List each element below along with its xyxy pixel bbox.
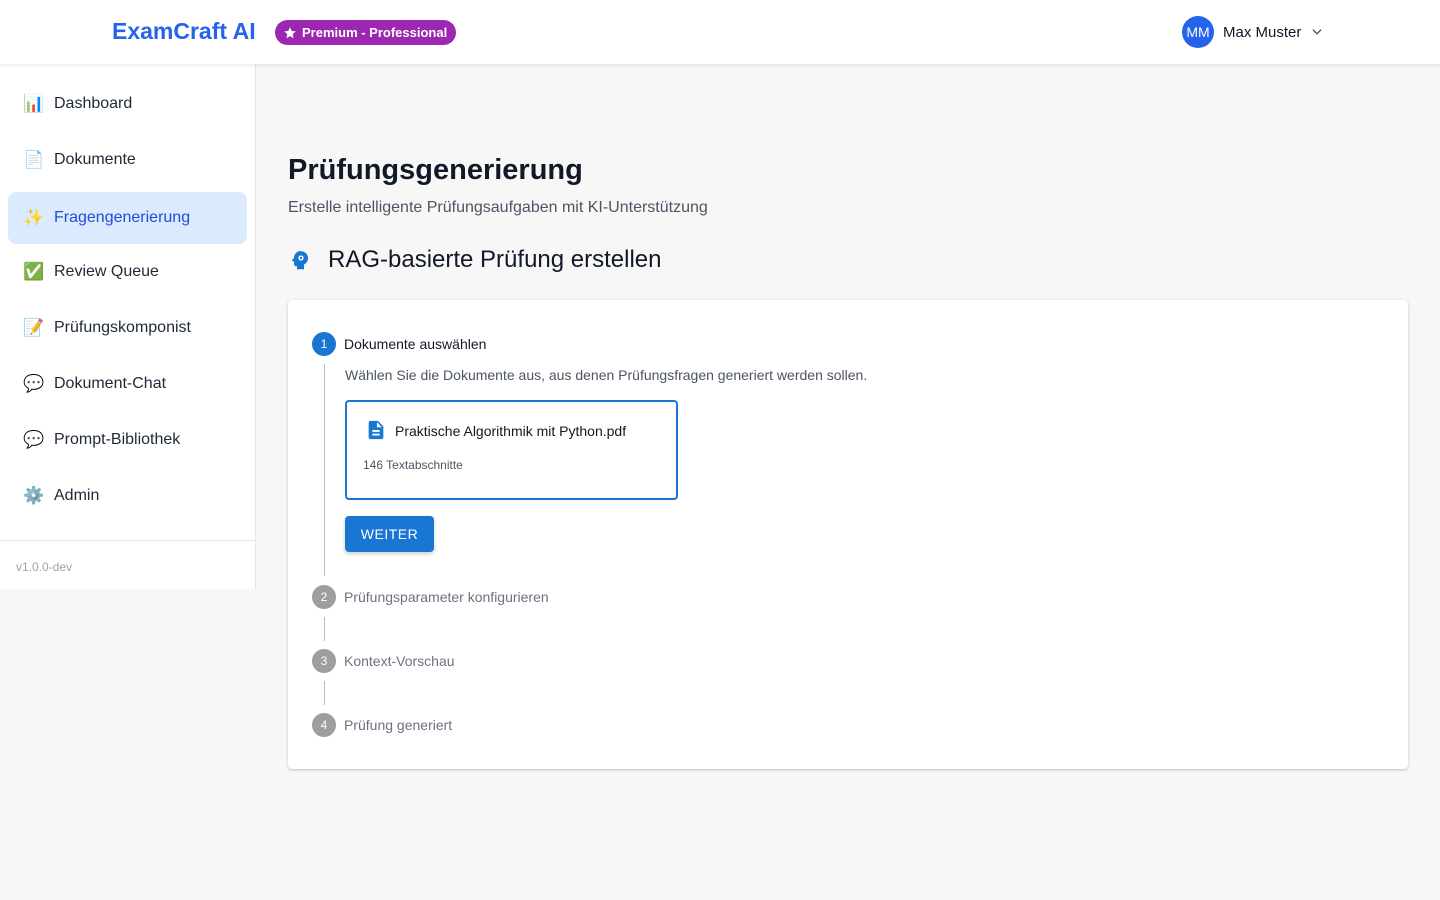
sidebar-divider [0, 540, 255, 541]
file-icon [368, 420, 384, 440]
step-4-label[interactable]: Prüfung generiert [344, 717, 452, 733]
page-subtitle: Erstelle intelligente Prüfungsaufgaben m… [288, 199, 708, 216]
page-title: Prüfungsgenerierung [288, 154, 583, 186]
document-card[interactable]: Praktische Algorithmik mit Python.pdf 14… [345, 400, 678, 500]
sidebar-item-label: Review Queue [54, 263, 159, 280]
sidebar-item-label: Prüfungskomponist [54, 319, 191, 336]
user-menu[interactable]: MM Max Muster [1182, 16, 1324, 48]
sidebar-item-label: Dokumente [54, 151, 136, 168]
document-name: Praktische Algorithmik mit Python.pdf [395, 423, 627, 439]
plan-badge: Premium - Professional [275, 20, 457, 45]
step-description: Wählen Sie die Dokumente aus, aus denen … [345, 367, 868, 383]
section-title: RAG-basierte Prüfung erstellen [328, 246, 662, 273]
stepper-card: 1 Dokumente auswählen Wählen Sie die Dok… [288, 300, 1408, 769]
user-name[interactable]: Max Muster [1223, 24, 1301, 41]
step-connector [324, 617, 325, 641]
app-header: ExamCraft AI Premium - Professional MM M… [0, 0, 1440, 64]
step-4-number: 4 [312, 713, 336, 737]
plan-badge-label: Premium - Professional [302, 25, 448, 40]
document-chunk-count: 146 Textabschnitte [363, 458, 463, 472]
speech-bubble-icon: 💬 [23, 430, 45, 449]
step-2-number: 2 [312, 585, 336, 609]
avatar[interactable]: MM [1182, 16, 1214, 48]
next-button[interactable]: WEITER [345, 516, 434, 552]
brand-logo-text[interactable]: ExamCraft AI [112, 18, 256, 45]
speech-bubble-icon: 💬 [23, 374, 45, 393]
sidebar-item-label: Prompt-Bibliothek [54, 431, 181, 448]
step-connector [324, 681, 325, 705]
step-2-label[interactable]: Prüfungsparameter konfigurieren [344, 589, 549, 605]
step-connector [324, 364, 325, 576]
sidebar-item-dokument-chat[interactable]: 💬 Dokument-Chat [8, 358, 247, 410]
sidebar-item-dokumente[interactable]: 📄 Dokumente [8, 134, 247, 186]
bar-chart-icon: 📊 [23, 94, 45, 113]
sidebar-item-label: Fragengenerierung [54, 209, 191, 226]
sidebar-item-admin[interactable]: ⚙️ Admin [8, 470, 247, 522]
chevron-down-icon[interactable] [1310, 25, 1324, 39]
sidebar-item-pruefungskomponist[interactable]: 📝 Prüfungskomponist [8, 302, 247, 354]
sidebar-item-fragengenerierung[interactable]: ✨ Fragengenerierung [8, 192, 247, 244]
sidebar: 📊 Dashboard 📄 Dokumente ✨ Fragengenerier… [0, 64, 256, 589]
section-header: RAG-basierte Prüfung erstellen [288, 245, 662, 275]
sidebar-item-dashboard[interactable]: 📊 Dashboard [8, 78, 247, 130]
sidebar-item-label: Dokument-Chat [54, 375, 167, 392]
document-icon: 📄 [23, 150, 45, 169]
sidebar-item-prompt-bibliothek[interactable]: 💬 Prompt-Bibliothek [8, 414, 247, 466]
gear-icon: ⚙️ [23, 486, 45, 505]
step-3-number: 3 [312, 649, 336, 673]
step-1-label[interactable]: Dokumente auswählen [344, 336, 486, 352]
sparkles-icon: ✨ [23, 208, 45, 227]
sidebar-item-label: Dashboard [54, 95, 133, 112]
memo-icon: 📝 [23, 318, 45, 337]
psychology-icon [291, 251, 308, 270]
sidebar-item-label: Admin [54, 487, 100, 504]
version-label: v1.0.0-dev [16, 560, 73, 574]
sidebar-item-review-queue[interactable]: ✅ Review Queue [8, 246, 247, 298]
step-1-number: 1 [312, 332, 336, 356]
star-icon [284, 26, 296, 38]
check-mark-icon: ✅ [23, 262, 45, 281]
step-3-label[interactable]: Kontext-Vorschau [344, 653, 455, 669]
